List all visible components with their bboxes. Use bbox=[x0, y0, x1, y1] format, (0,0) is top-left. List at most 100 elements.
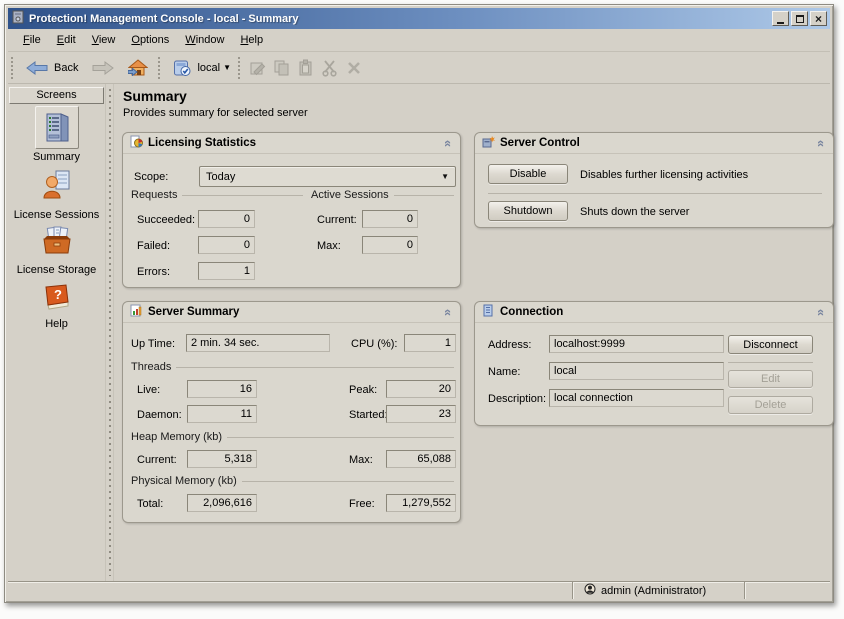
sidebar-item-license-storage[interactable]: License Storage bbox=[8, 223, 105, 276]
minimize-button[interactable] bbox=[772, 11, 789, 26]
description-field[interactable]: local connection bbox=[549, 389, 724, 407]
delete-button: Delete bbox=[728, 396, 813, 414]
requests-group-label: Requests bbox=[131, 189, 177, 201]
peak-label: Peak: bbox=[349, 384, 377, 396]
divider bbox=[728, 362, 813, 363]
edit-icon bbox=[249, 59, 267, 77]
shutdown-description: Shuts down the server bbox=[580, 206, 689, 218]
server-selector[interactable]: local ▼ bbox=[166, 57, 235, 79]
started-value: 23 bbox=[386, 405, 456, 423]
errors-label: Errors: bbox=[137, 266, 170, 278]
server-summary-icon bbox=[130, 304, 143, 320]
active-sessions-group: Active Sessions bbox=[311, 189, 454, 201]
panel-header: Licensing Statistics « bbox=[123, 133, 460, 154]
menu-file[interactable]: File bbox=[15, 30, 49, 50]
uptime-value: 2 min. 34 sec. bbox=[186, 334, 330, 352]
collapse-chevron-icon[interactable]: « bbox=[814, 308, 829, 315]
panel-title: Server Control bbox=[500, 137, 818, 149]
menu-view[interactable]: View bbox=[84, 30, 124, 50]
paste-icon bbox=[297, 59, 315, 77]
disconnect-button[interactable]: Disconnect bbox=[728, 335, 813, 354]
sidebar-item-label: License Sessions bbox=[8, 209, 105, 221]
daemon-value: 11 bbox=[187, 405, 257, 423]
address-label: Address: bbox=[488, 339, 531, 351]
titlebar: Protection! Management Console - local -… bbox=[8, 8, 830, 29]
live-value: 16 bbox=[187, 380, 257, 398]
menu-window[interactable]: Window bbox=[177, 30, 232, 50]
help-book-icon: ? bbox=[35, 280, 79, 316]
panel-licensing-statistics: Licensing Statistics « Scope: Today ▼ Re… bbox=[122, 132, 461, 288]
scope-dropdown[interactable]: Today ▼ bbox=[199, 166, 456, 187]
errors-value: 1 bbox=[198, 262, 255, 280]
uptime-label: Up Time: bbox=[131, 338, 175, 350]
name-field[interactable]: local bbox=[549, 362, 724, 380]
active-sessions-group-label: Active Sessions bbox=[311, 189, 389, 201]
disable-description: Disables further licensing activities bbox=[580, 169, 748, 181]
address-field[interactable]: localhost:9999 bbox=[549, 335, 724, 353]
sidebar-item-license-sessions[interactable]: License Sessions bbox=[8, 166, 105, 221]
current-sessions-label: Current: bbox=[317, 214, 357, 226]
disable-button[interactable]: Disable bbox=[488, 164, 568, 184]
sidebar-item-help[interactable]: ? Help bbox=[8, 280, 105, 330]
toolbar-separator bbox=[158, 57, 161, 79]
shutdown-button[interactable]: Shutdown bbox=[488, 201, 568, 221]
heap-current-value: 5,318 bbox=[187, 450, 257, 468]
divider bbox=[488, 193, 822, 194]
threads-group: Threads bbox=[131, 361, 454, 373]
delete-icon bbox=[345, 59, 363, 77]
physical-memory-group: Physical Memory (kb) bbox=[131, 475, 454, 487]
chevron-down-icon: ▼ bbox=[223, 63, 231, 72]
close-icon: × bbox=[815, 14, 822, 24]
licensing-statistics-icon bbox=[130, 135, 143, 151]
failed-label: Failed: bbox=[137, 240, 170, 252]
toolbar: Back bbox=[8, 52, 830, 83]
panel-connection: Connection « Address: localhost:9999 Nam… bbox=[474, 301, 834, 426]
connection-icon bbox=[482, 304, 495, 320]
statusbar: admin (Administrator) bbox=[8, 581, 830, 599]
chevron-down-icon: ▼ bbox=[441, 172, 449, 181]
panel-title: Connection bbox=[500, 306, 818, 318]
failed-value: 0 bbox=[198, 236, 255, 254]
sidebar-item-summary[interactable]: Summary bbox=[8, 106, 105, 163]
physical-free-label: Free: bbox=[349, 498, 375, 510]
collapse-chevron-icon[interactable]: « bbox=[441, 139, 456, 146]
back-button[interactable]: Back bbox=[19, 59, 85, 77]
toolbar-drag-handle[interactable] bbox=[11, 57, 14, 79]
heap-current-label: Current: bbox=[137, 454, 177, 466]
back-arrow-icon bbox=[26, 61, 48, 75]
menu-options[interactable]: Options bbox=[123, 30, 177, 50]
started-label: Started: bbox=[349, 409, 388, 421]
cpu-label: CPU (%): bbox=[351, 338, 397, 350]
max-sessions-label: Max: bbox=[317, 240, 341, 252]
requests-group: Requests bbox=[131, 189, 303, 201]
panel-header: Server Summary « bbox=[123, 302, 460, 323]
heap-max-label: Max: bbox=[349, 454, 373, 466]
copy-icon bbox=[273, 59, 291, 77]
panel-header: Server Control « bbox=[475, 133, 833, 154]
threads-group-label: Threads bbox=[131, 361, 171, 373]
cut-icon bbox=[321, 59, 339, 77]
menu-edit[interactable]: Edit bbox=[49, 30, 84, 50]
page-subtitle: Provides summary for selected server bbox=[123, 107, 308, 119]
screens-header-button[interactable]: Screens bbox=[9, 87, 104, 104]
sidebar: Screens Summary bbox=[8, 84, 105, 581]
collapse-chevron-icon[interactable]: « bbox=[441, 308, 456, 315]
user-icon bbox=[584, 583, 596, 598]
svg-text:?: ? bbox=[54, 287, 62, 302]
heap-memory-group: Heap Memory (kb) bbox=[131, 431, 454, 443]
sidebar-splitter[interactable] bbox=[105, 84, 114, 581]
server-control-icon bbox=[482, 135, 495, 151]
daemon-label: Daemon: bbox=[137, 409, 182, 421]
back-button-label: Back bbox=[54, 62, 78, 74]
home-button[interactable] bbox=[121, 57, 155, 78]
server-console-icon bbox=[173, 59, 191, 77]
collapse-chevron-icon[interactable]: « bbox=[814, 139, 829, 146]
app-icon bbox=[11, 10, 25, 27]
live-label: Live: bbox=[137, 384, 160, 396]
maximize-button[interactable] bbox=[791, 11, 808, 26]
close-button[interactable]: × bbox=[810, 11, 827, 26]
name-label: Name: bbox=[488, 366, 520, 378]
current-sessions-value: 0 bbox=[362, 210, 418, 228]
menu-help[interactable]: Help bbox=[232, 30, 271, 50]
panel-header: Connection « bbox=[475, 302, 833, 323]
